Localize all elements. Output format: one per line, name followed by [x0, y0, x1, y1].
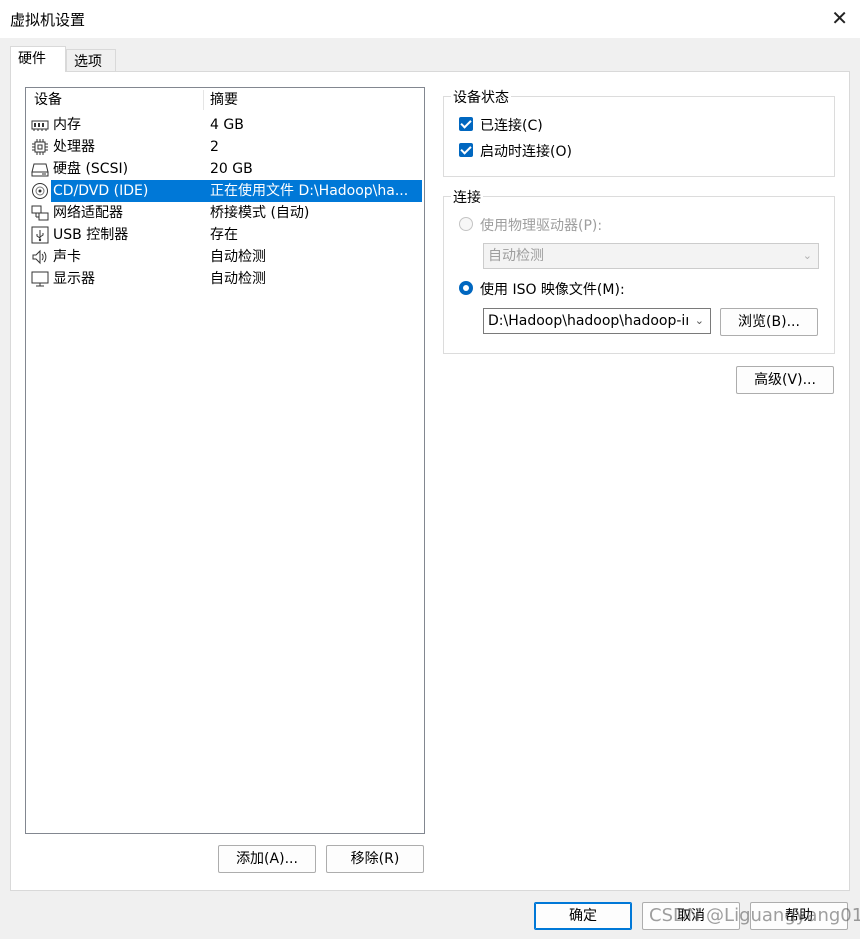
device-name: 网络适配器	[53, 205, 123, 221]
column-header-summary[interactable]: 摘要	[210, 88, 238, 112]
speaker-icon	[32, 249, 47, 265]
device-row-memory[interactable]: 内存 4 GB	[26, 114, 424, 136]
connected-label[interactable]: 已连接(C)	[480, 115, 543, 135]
device-summary: 自动检测	[210, 271, 266, 287]
device-summary: 存在	[210, 227, 238, 243]
remove-device-button[interactable]: 移除(R)	[326, 845, 424, 873]
physical-drive-value: 自动检测	[488, 248, 544, 264]
device-row-display[interactable]: 显示器 自动检测	[26, 268, 424, 290]
connection-title: 连接	[451, 187, 483, 207]
usb-icon	[31, 226, 49, 244]
device-summary: 自动检测	[210, 249, 266, 265]
chevron-down-icon: ⌄	[802, 249, 812, 262]
close-icon[interactable]: ✕	[831, 6, 848, 30]
device-summary: 2	[210, 139, 219, 155]
device-row-network-adapter[interactable]: 网络适配器 桥接模式 (自动)	[26, 202, 424, 224]
device-row-usb-controller[interactable]: USB 控制器 存在	[26, 224, 424, 246]
column-divider[interactable]	[203, 90, 204, 110]
device-summary: 20 GB	[210, 161, 253, 177]
connect-on-start-label[interactable]: 启动时连接(O)	[480, 141, 572, 161]
hard-disk-icon	[31, 163, 49, 177]
device-name: 显示器	[53, 271, 95, 287]
ok-button[interactable]: 确定	[534, 902, 632, 930]
tab-options[interactable]: 选项	[66, 49, 116, 71]
iso-image-label[interactable]: 使用 ISO 映像文件(M):	[480, 279, 625, 299]
device-status-title: 设备状态	[451, 87, 511, 107]
iso-image-radio[interactable]	[459, 281, 473, 295]
device-summary: 正在使用文件 D:\Hadoop\ha...	[204, 180, 422, 202]
browse-button[interactable]: 浏览(B)...	[720, 308, 818, 336]
watermark: CSDN @Liguangyang01	[649, 905, 860, 926]
physical-drive-select[interactable]: 自动检测 ⌄	[483, 243, 819, 269]
iso-path-value: D:\Hadoop\hadoop\hadoop-ins	[488, 313, 688, 329]
iso-path-combobox[interactable]: D:\Hadoop\hadoop\hadoop-ins ⌄	[483, 308, 711, 334]
device-name: CD/DVD (IDE)	[51, 180, 204, 202]
add-device-button[interactable]: 添加(A)...	[218, 845, 316, 873]
physical-drive-radio[interactable]	[459, 217, 473, 231]
device-name: 处理器	[53, 139, 95, 155]
network-adapter-icon	[31, 205, 49, 221]
window-title: 虚拟机设置	[10, 11, 86, 29]
cd-dvd-icon	[32, 183, 48, 199]
monitor-icon	[31, 271, 49, 287]
device-name: 内存	[53, 117, 81, 133]
device-row-processor[interactable]: 处理器 2	[26, 136, 424, 158]
physical-drive-label[interactable]: 使用物理驱动器(P):	[480, 215, 602, 235]
title-bar: 虚拟机设置 ✕	[0, 0, 860, 38]
device-status-group	[443, 96, 835, 177]
cpu-icon	[32, 139, 48, 155]
device-name: USB 控制器	[53, 227, 129, 243]
memory-icon	[31, 120, 49, 131]
chevron-down-icon[interactable]: ⌄	[695, 309, 704, 333]
device-name: 硬盘 (SCSI)	[53, 161, 129, 177]
device-summary: 4 GB	[210, 117, 244, 133]
device-name: 声卡	[53, 249, 81, 265]
connected-checkbox[interactable]	[459, 117, 473, 131]
device-row-sound-card[interactable]: 声卡 自动检测	[26, 246, 424, 268]
device-list[interactable]: 设备 摘要 内存 4 GB 处理器 2 硬盘 (SCSI) 20 GB CD/D…	[25, 87, 425, 834]
device-row-hard-disk[interactable]: 硬盘 (SCSI) 20 GB	[26, 158, 424, 180]
connect-on-start-checkbox[interactable]	[459, 143, 473, 157]
column-header-device[interactable]: 设备	[34, 88, 62, 112]
device-row-cd-dvd[interactable]: CD/DVD (IDE) 正在使用文件 D:\Hadoop\ha...	[26, 180, 424, 202]
list-header: 设备 摘要	[26, 88, 424, 112]
advanced-button[interactable]: 高级(V)...	[736, 366, 834, 394]
device-summary: 桥接模式 (自动)	[210, 205, 310, 221]
tab-hardware[interactable]: 硬件	[10, 46, 66, 72]
